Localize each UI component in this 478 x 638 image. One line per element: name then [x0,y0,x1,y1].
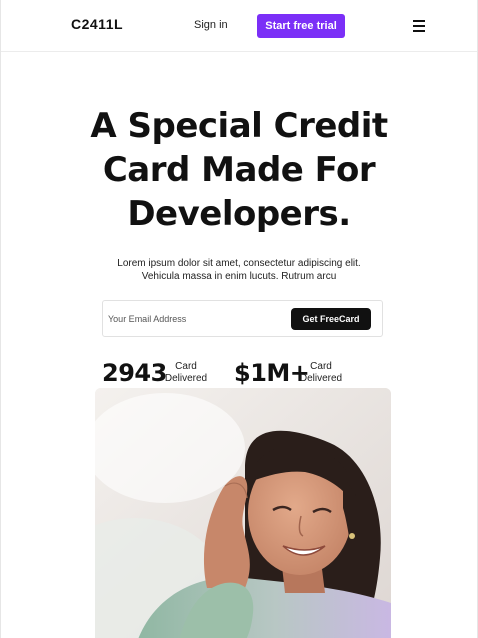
hero-title-line: Developers. [127,194,351,234]
start-free-trial-button[interactable]: Start free trial [257,14,345,38]
menu-line [413,20,425,22]
stat-value: 2943 [102,359,167,387]
email-signup-form: Get FreeCard [102,300,383,337]
stat-label: Card Delivered [162,361,210,385]
email-field[interactable] [108,310,283,328]
smiling-woman-illustration [95,388,391,638]
brand-logo[interactable]: C2411L [71,16,123,32]
get-free-card-button[interactable]: Get FreeCard [291,308,371,330]
hero-title-line: A Special Credit [90,106,388,146]
hero-subtitle-line: Vehicula massa in enim lucuts. Rutrum ar… [141,271,337,282]
top-navigation: C2411L Sign in Start free trial [1,0,477,52]
hero-subtitle: Lorem ipsum dolor sit amet, consectetur … [1,257,477,283]
hamburger-menu-icon[interactable] [412,18,428,34]
stat-label-line: Card [310,361,332,372]
stat-label-line: Delivered [164,373,208,384]
stat-label-line: Card [175,361,197,372]
hero-title-line: Card Made For [102,150,376,190]
hero-subtitle-line: Lorem ipsum dolor sit amet, consectetur … [117,258,361,269]
menu-line [413,25,425,27]
hero-title: A Special Credit Card Made For Developer… [1,104,477,236]
stat-label: Card Delivered [298,361,344,385]
sign-in-link[interactable]: Sign in [194,19,228,31]
landing-page: C2411L Sign in Start free trial A Specia… [0,0,478,638]
stat-label-line: Delivered [299,373,343,384]
hero-photo [95,388,391,638]
menu-line [413,30,425,32]
